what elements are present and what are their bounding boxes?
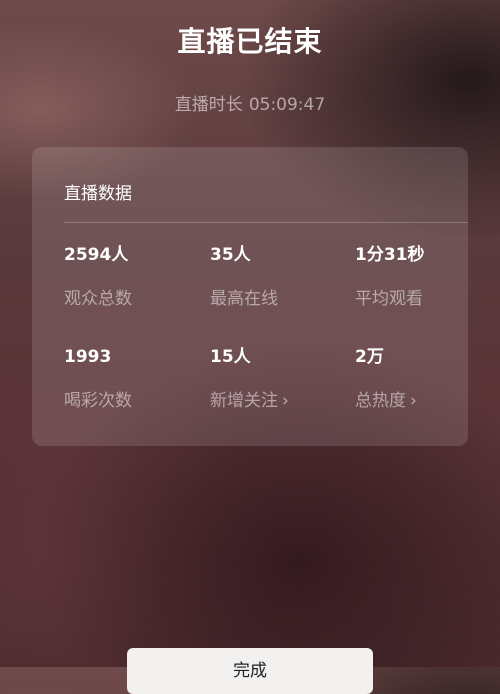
card-title: 直播数据 bbox=[64, 184, 132, 204]
stat-label[interactable]: 新增关注 › bbox=[210, 391, 350, 411]
done-button[interactable]: 完成 bbox=[127, 648, 373, 694]
duration-value: 05:09:47 bbox=[248, 95, 326, 115]
duration-label: 直播时长 bbox=[174, 95, 243, 115]
page-title: 直播已结束 bbox=[177, 25, 323, 58]
chevron-right-icon: › bbox=[282, 391, 289, 411]
stat-label-text: 总热度 bbox=[355, 391, 406, 411]
stat-value: 35人 bbox=[210, 245, 251, 265]
stat-total-viewers: 2594人 观众总数 bbox=[64, 245, 204, 309]
stat-label: 观众总数 bbox=[64, 289, 132, 309]
chevron-right-icon: › bbox=[410, 391, 417, 411]
stat-value: 2594人 bbox=[64, 245, 129, 265]
stat-label-text: 新增关注 bbox=[210, 391, 278, 411]
stat-total-heat[interactable]: 2万 总热度 › bbox=[355, 347, 495, 411]
stat-cheers: 1993 喝彩次数 bbox=[64, 347, 204, 411]
stat-value: 15人 bbox=[210, 347, 251, 367]
stat-label: 平均观看 bbox=[355, 289, 423, 309]
stat-value: 2万 bbox=[355, 347, 384, 367]
stat-average-watch: 1分31秒 平均观看 bbox=[355, 245, 495, 309]
live-duration: 直播时长 05:09:47 bbox=[0, 90, 500, 115]
stat-peak-online: 35人 最高在线 bbox=[210, 245, 350, 309]
live-stats-card: 直播数据 2594人 观众总数 35人 最高在线 1分31秒 平均观看 1993… bbox=[32, 147, 468, 446]
stat-new-followers[interactable]: 15人 新增关注 › bbox=[210, 347, 350, 411]
stat-value: 1分31秒 bbox=[355, 245, 425, 265]
card-divider bbox=[64, 222, 468, 223]
stat-label: 最高在线 bbox=[210, 289, 278, 309]
stat-label: 喝彩次数 bbox=[64, 391, 132, 411]
stat-value: 1993 bbox=[64, 347, 112, 367]
stat-label[interactable]: 总热度 › bbox=[355, 391, 495, 411]
